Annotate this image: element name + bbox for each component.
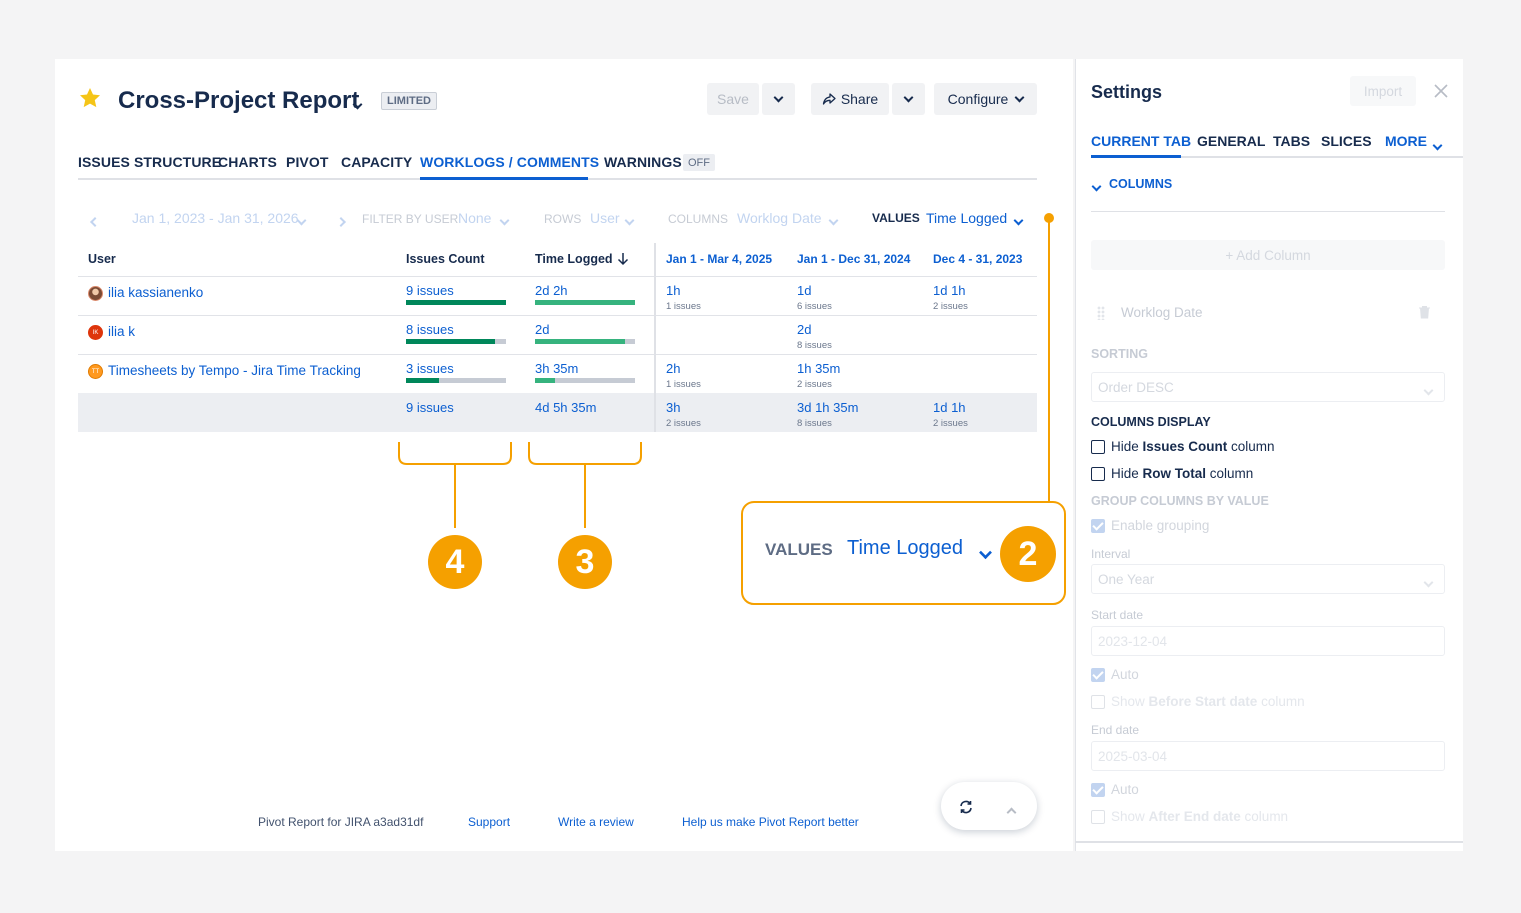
settings-tab-current[interactable]: CURRENT TAB <box>1091 133 1191 149</box>
enable-grouping-label: Enable grouping <box>1111 518 1210 533</box>
close-icon[interactable] <box>1433 83 1449 99</box>
show-before-start-checkbox[interactable] <box>1091 695 1105 709</box>
sorting-value: Order DESC <box>1098 379 1174 395</box>
hide-row-total-label: Hide Row Total column <box>1111 466 1254 481</box>
settings-tab-general[interactable]: GENERAL <box>1197 133 1265 149</box>
show-after-end-label: Show After End date column <box>1111 809 1289 824</box>
footer-version: Pivot Report for JIRA a3ad31df <box>258 815 424 829</box>
hide-issues-count-label: Hide Issues Count column <box>1111 439 1275 454</box>
settings-active-tab-indicator <box>1091 155 1181 158</box>
show-after-end-checkbox[interactable] <box>1091 810 1105 824</box>
callout-chevron-down-icon <box>979 540 992 563</box>
settings-tab-more[interactable]: MORE <box>1385 133 1427 149</box>
footer-help-link[interactable]: Help us make Pivot Report better <box>682 815 859 829</box>
start-date-input[interactable]: 2023-12-04 <box>1091 626 1445 656</box>
enable-grouping-checkbox[interactable] <box>1091 519 1105 533</box>
floating-toolbar <box>941 782 1037 830</box>
chevron-down-icon <box>1432 136 1443 154</box>
footer-support-link[interactable]: Support <box>468 815 510 829</box>
annotation-badge-2: 2 <box>1000 526 1056 582</box>
start-date-label: Start date <box>1091 608 1144 622</box>
sorting-select[interactable]: Order DESC <box>1091 372 1445 402</box>
end-date-label: End date <box>1091 723 1140 737</box>
annotation-badge-3: 3 <box>558 535 612 589</box>
end-date-input[interactable]: 2025-03-04 <box>1091 741 1445 771</box>
group-columns-label: GROUP COLUMNS BY VALUE <box>1091 494 1269 508</box>
section-chevron-down-icon[interactable] <box>1091 177 1102 195</box>
sorting-label: SORTING <box>1091 347 1148 361</box>
columns-section-toggle[interactable]: COLUMNS <box>1109 177 1172 191</box>
columns-display-label: COLUMNS DISPLAY <box>1091 415 1211 429</box>
refresh-icon[interactable] <box>958 799 974 815</box>
interval-label: Interval <box>1091 547 1131 561</box>
interval-select[interactable]: One Year <box>1091 564 1445 594</box>
start-auto-label: Auto <box>1111 667 1139 682</box>
end-auto-label: Auto <box>1111 782 1139 797</box>
interval-value: One Year <box>1098 571 1155 587</box>
settings-title: Settings <box>1091 82 1163 102</box>
start-auto-checkbox[interactable] <box>1091 668 1105 682</box>
end-auto-checkbox[interactable] <box>1091 783 1105 797</box>
panel-bottom-divider <box>1075 841 1463 843</box>
column-item: Worklog Date <box>1121 305 1203 320</box>
footer-review-link[interactable]: Write a review <box>558 815 634 829</box>
add-column-button[interactable]: + Add Column <box>1091 240 1445 270</box>
hide-issues-count-checkbox[interactable] <box>1091 440 1105 454</box>
callout-values-label: VALUES <box>765 540 833 559</box>
import-button[interactable]: Import <box>1350 76 1416 106</box>
section-divider <box>1091 211 1445 212</box>
drag-handle-icon[interactable] <box>1097 306 1105 320</box>
settings-tab-tabs[interactable]: TABS <box>1273 133 1310 149</box>
callout-values-value: Time Logged <box>847 537 963 559</box>
collapse-up-icon[interactable] <box>1006 804 1017 822</box>
trash-icon[interactable] <box>1418 305 1431 319</box>
annotation-badge-4: 4 <box>428 535 482 589</box>
hide-row-total-checkbox[interactable] <box>1091 467 1105 481</box>
settings-tab-slices[interactable]: SLICES <box>1321 133 1372 149</box>
show-before-start-label: Show Before Start date column <box>1111 694 1305 709</box>
